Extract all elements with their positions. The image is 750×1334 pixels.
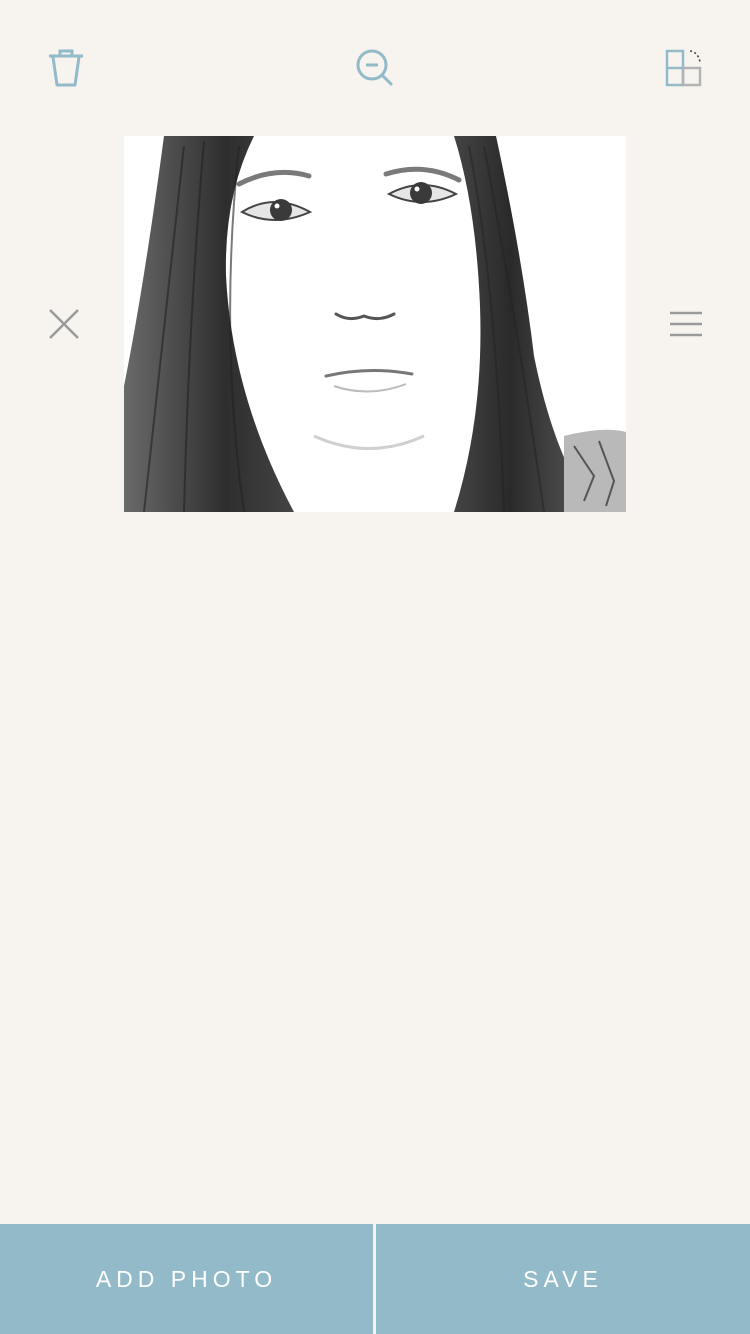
save-label: SAVE [523, 1265, 603, 1292]
menu-button[interactable] [656, 294, 716, 354]
trash-icon [49, 49, 83, 87]
delete-button[interactable] [36, 38, 96, 98]
editor-screen: ADD PHOTO SAVE [0, 0, 750, 1334]
close-icon [49, 309, 79, 339]
bottom-action-bar: ADD PHOTO SAVE [0, 1224, 750, 1334]
zoom-out-icon [356, 49, 393, 86]
grid-layout-icon [665, 49, 702, 87]
layout-button[interactable] [654, 38, 714, 98]
photo-preview[interactable] [124, 136, 626, 512]
portrait-photo [124, 136, 626, 512]
add-photo-label: ADD PHOTO [95, 1265, 278, 1292]
add-photo-button[interactable]: ADD PHOTO [0, 1224, 373, 1334]
zoom-out-button[interactable] [345, 38, 405, 98]
close-button[interactable] [34, 294, 94, 354]
menu-icon [670, 311, 702, 337]
save-button[interactable]: SAVE [376, 1224, 750, 1334]
